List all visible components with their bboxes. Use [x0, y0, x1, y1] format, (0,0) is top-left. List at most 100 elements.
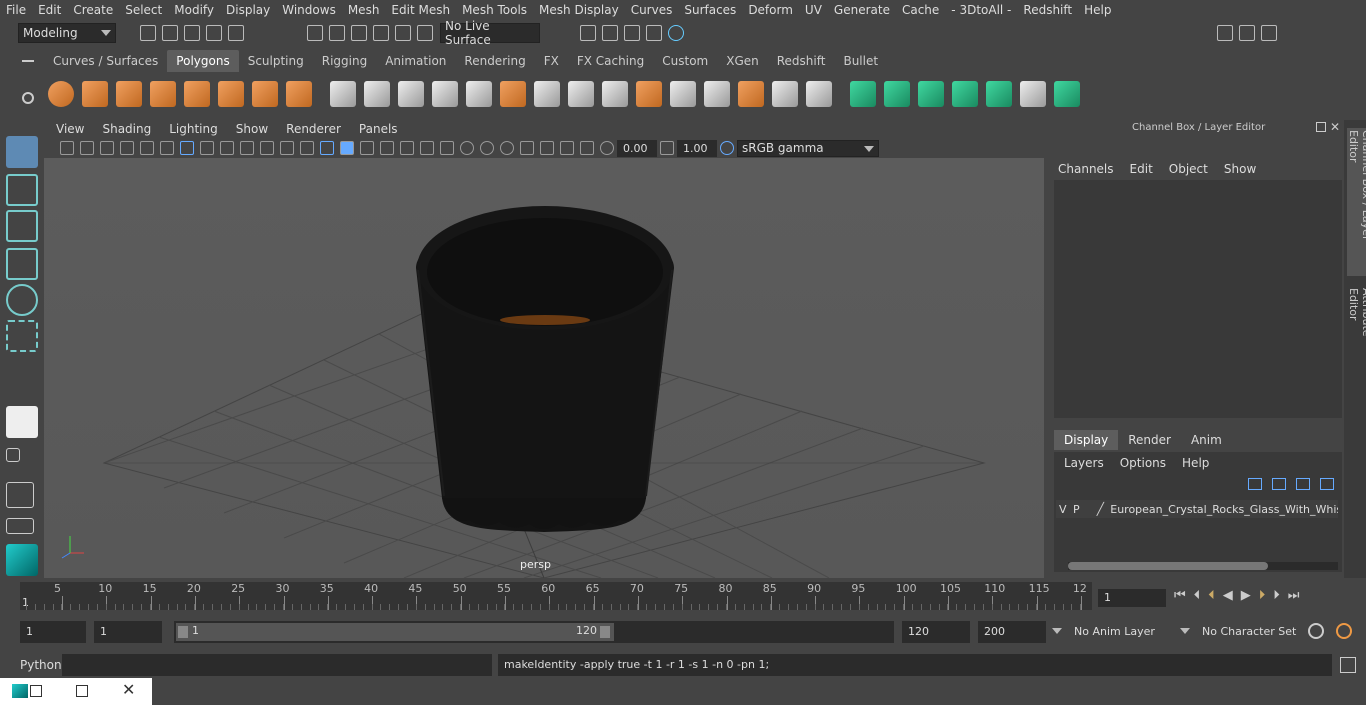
uv-layout-icon[interactable] — [1054, 81, 1080, 107]
viewport-scene[interactable] — [44, 158, 1044, 578]
field-chart-icon[interactable] — [260, 141, 274, 155]
mirror-icon[interactable] — [398, 81, 424, 107]
poly-torus-icon[interactable] — [218, 81, 244, 107]
poly-cylinder-icon[interactable] — [116, 81, 142, 107]
ambient-occlusion-icon[interactable] — [440, 141, 454, 155]
combine-icon[interactable] — [330, 81, 356, 107]
layer-menu-layers[interactable]: Layers — [1064, 456, 1104, 470]
vp-menu-lighting[interactable]: Lighting — [160, 122, 227, 136]
command-input[interactable] — [62, 654, 492, 676]
multi-cut-icon[interactable] — [534, 81, 560, 107]
range-handle-left[interactable] — [178, 626, 188, 638]
window-close-icon[interactable]: ✕ — [122, 680, 135, 699]
menu-windows[interactable]: Windows — [276, 3, 342, 17]
workspace-dropdown[interactable]: Modeling — [18, 23, 116, 43]
camera-attrs-icon[interactable] — [80, 141, 94, 155]
play-forward-icon[interactable]: ▶ — [1241, 588, 1251, 603]
glass-model[interactable] — [416, 206, 674, 532]
wireframe-on-shaded-icon[interactable] — [360, 141, 374, 155]
tab-redshift[interactable]: Redshift — [768, 50, 835, 72]
menu-mesh-display[interactable]: Mesh Display — [533, 3, 625, 17]
playback-end-field[interactable]: 120 — [902, 621, 970, 643]
depth-of-field-icon[interactable] — [500, 141, 514, 155]
layer-menu-help[interactable]: Help — [1182, 456, 1209, 470]
anim-prefs-icon[interactable] — [1336, 623, 1352, 639]
menu-select[interactable]: Select — [119, 3, 168, 17]
tab-rendering[interactable]: Rendering — [455, 50, 534, 72]
menu-cache[interactable]: Cache — [896, 3, 945, 17]
vp-menu-renderer[interactable]: Renderer — [277, 122, 350, 136]
xray-joints-icon[interactable] — [560, 141, 574, 155]
channel-list[interactable] — [1054, 180, 1342, 418]
new-layer-selected-icon[interactable] — [1320, 478, 1334, 490]
menu-3dtoall[interactable]: - 3DtoAll - — [945, 3, 1017, 17]
menu-file[interactable]: File — [0, 3, 32, 17]
layer-visibility[interactable]: V — [1056, 503, 1070, 516]
motion-blur-icon[interactable] — [460, 141, 474, 155]
render-frame-icon[interactable] — [580, 25, 596, 41]
snap-surface-icon[interactable] — [395, 25, 411, 41]
move-layer-up-icon[interactable] — [1248, 478, 1262, 490]
poly-plane-icon[interactable] — [184, 81, 210, 107]
poly-pyramid-icon[interactable] — [252, 81, 278, 107]
layer-menu-options[interactable]: Options — [1120, 456, 1166, 470]
extrude-icon[interactable] — [568, 81, 594, 107]
layout-single-icon[interactable] — [6, 406, 38, 438]
tab-xgen[interactable]: XGen — [717, 50, 768, 72]
menu-modify[interactable]: Modify — [168, 3, 220, 17]
snap-point-icon[interactable] — [351, 25, 367, 41]
step-forward-icon[interactable]: ⏵ — [1273, 588, 1280, 603]
uv-planar-icon[interactable] — [850, 81, 876, 107]
film-gate-icon[interactable] — [200, 141, 214, 155]
tab-anim[interactable]: Anim — [1181, 430, 1232, 450]
smooth-icon[interactable] — [432, 81, 458, 107]
isolate-select-icon[interactable] — [520, 141, 534, 155]
uv-unfold-icon[interactable] — [986, 81, 1012, 107]
layout-side-icon[interactable] — [6, 482, 34, 508]
tab-bullet[interactable]: Bullet — [834, 50, 887, 72]
play-backward-icon[interactable]: ◀ — [1223, 588, 1233, 603]
bridge-icon[interactable] — [602, 81, 628, 107]
anim-layer-dropdown[interactable]: No Anim Layer — [1068, 621, 1178, 643]
uv-spherical-icon[interactable] — [918, 81, 944, 107]
tab-fx-caching[interactable]: FX Caching — [568, 50, 653, 72]
layout-four-icon[interactable] — [6, 448, 20, 462]
auto-key-icon[interactable] — [1308, 623, 1324, 639]
cb-menu-show[interactable]: Show — [1224, 162, 1256, 176]
rotate-tool-icon[interactable] — [6, 284, 38, 316]
tab-curves-surfaces[interactable]: Curves / Surfaces — [44, 50, 167, 72]
script-editor-icon[interactable] — [1340, 657, 1356, 673]
go-to-start-icon[interactable]: ⏮ — [1174, 588, 1186, 603]
insert-edge-loop-icon[interactable] — [670, 81, 696, 107]
anim-layer-arrow[interactable] — [1180, 628, 1190, 634]
save-scene-icon[interactable] — [184, 25, 200, 41]
live-surface-field[interactable]: No Live Surface — [440, 19, 540, 47]
select-tool-icon[interactable] — [6, 136, 38, 168]
xray-icon[interactable] — [540, 141, 554, 155]
layer-row[interactable]: V P ╱ European_Crystal_Rocks_Glass_With_… — [1056, 500, 1338, 518]
uv-cylindrical-icon[interactable] — [884, 81, 910, 107]
bookmark-icon[interactable] — [100, 141, 114, 155]
scale-tool-icon[interactable] — [6, 320, 38, 352]
paint-select-icon[interactable] — [6, 210, 38, 242]
layer-color-icon[interactable]: ╱ — [1097, 502, 1111, 516]
render-settings-icon[interactable] — [646, 25, 662, 41]
close-icon[interactable]: ✕ — [1330, 120, 1340, 134]
tab-fx[interactable]: FX — [535, 50, 568, 72]
menu-mesh-tools[interactable]: Mesh Tools — [456, 3, 533, 17]
open-scene-icon[interactable] — [162, 25, 178, 41]
extract-icon[interactable] — [466, 81, 492, 107]
range-handle-right[interactable] — [600, 626, 610, 638]
cb-menu-edit[interactable]: Edit — [1130, 162, 1153, 176]
step-back-key-icon[interactable]: ⏴ — [1208, 588, 1215, 603]
cb-menu-object[interactable]: Object — [1169, 162, 1208, 176]
safe-action-icon[interactable] — [280, 141, 294, 155]
snap-grid-icon[interactable] — [307, 25, 323, 41]
tab-custom[interactable]: Custom — [653, 50, 717, 72]
separate-icon[interactable] — [364, 81, 390, 107]
side-tab-attribute-editor[interactable]: Attribute Editor — [1347, 288, 1366, 372]
tab-display[interactable]: Display — [1054, 430, 1119, 450]
snap-pivot-icon[interactable] — [417, 25, 433, 41]
redo-icon[interactable] — [228, 25, 244, 41]
layer-playback[interactable]: P — [1070, 503, 1084, 516]
